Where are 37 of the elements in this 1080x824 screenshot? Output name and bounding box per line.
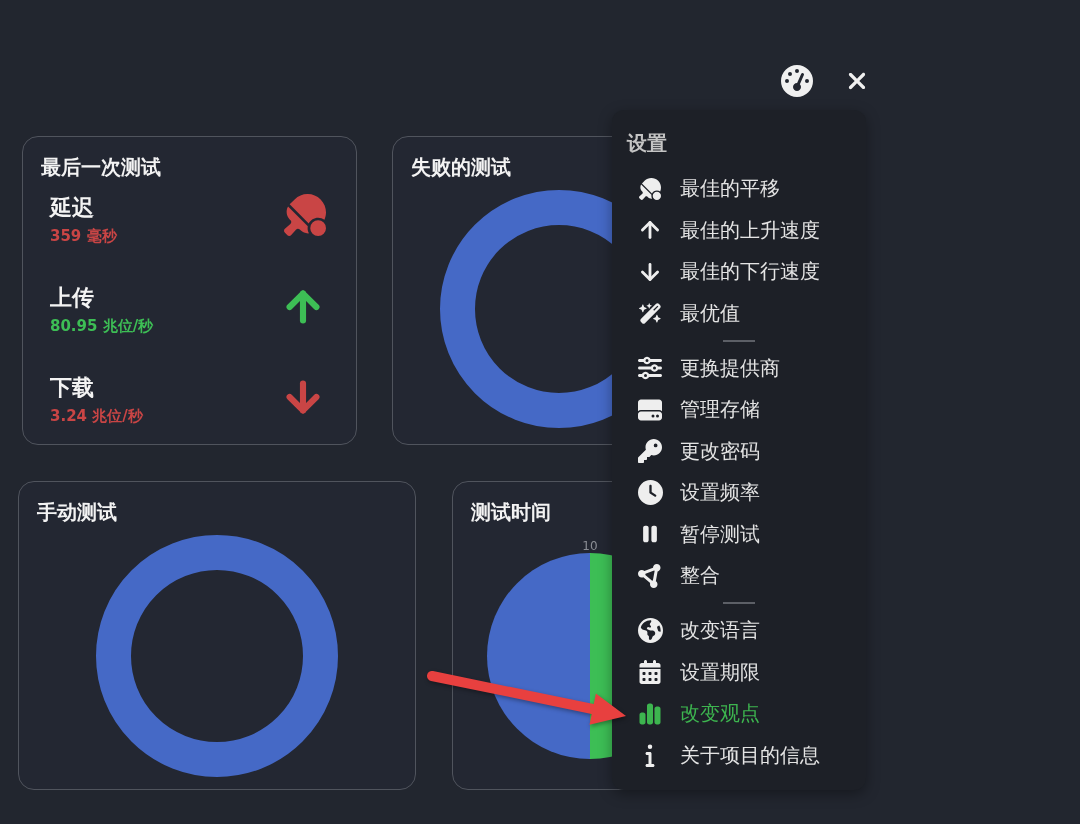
magic-wand-icon xyxy=(638,301,662,325)
metric-value: 3.24 兆位/秒 xyxy=(50,406,143,426)
menu-item[interactable]: 设置期限 xyxy=(612,651,866,693)
key-icon xyxy=(638,439,662,464)
menu-item[interactable]: 设置频率 xyxy=(612,472,866,514)
menu-item[interactable]: 改变语言 xyxy=(612,610,866,652)
gauge-icon[interactable] xyxy=(781,65,813,97)
metric-label: 上传 xyxy=(50,284,95,312)
sliders-icon xyxy=(638,356,662,381)
menu-item[interactable]: 暂停测试 xyxy=(612,513,866,555)
card-title: 手动测试 xyxy=(37,499,118,525)
nodes-icon xyxy=(638,563,662,588)
menu-item[interactable]: 最佳的上升速度 xyxy=(612,209,866,251)
ping-pong-paddle-icon xyxy=(639,177,661,200)
globe-icon xyxy=(637,618,663,644)
menu-item[interactable]: 更改密码 xyxy=(612,430,866,472)
hard-drive-icon xyxy=(638,397,662,422)
metric-value: 80.95 兆位/秒 xyxy=(50,316,154,336)
clock-icon xyxy=(637,480,663,506)
menu-item[interactable]: 最佳的平移 xyxy=(612,168,866,210)
menu-item[interactable]: 关于项目的信息 xyxy=(612,734,866,776)
menu-title: 设置 xyxy=(625,131,667,155)
calendar-icon xyxy=(638,660,662,685)
menu-item[interactable]: 更换提供商 xyxy=(612,347,866,389)
menu-item[interactable]: 管理存储 xyxy=(612,389,866,431)
menu-item[interactable]: 最佳的下行速度 xyxy=(612,251,866,293)
metric-label: 延迟 xyxy=(50,194,95,222)
metric-label: 下载 xyxy=(50,374,95,402)
metric-value: 359 毫秒 xyxy=(50,226,117,246)
menu-item[interactable]: 改变观点 xyxy=(612,693,866,735)
card-title: 测试时间 xyxy=(471,499,552,525)
pie-label: 10 xyxy=(582,539,598,553)
menu-item[interactable]: 整合 xyxy=(612,555,866,597)
bar-chart-icon xyxy=(638,701,662,726)
card-title: 最后一次测试 xyxy=(41,154,162,180)
card-title: 失败的测试 xyxy=(411,154,512,180)
menu-item[interactable]: 最优值 xyxy=(612,292,866,334)
